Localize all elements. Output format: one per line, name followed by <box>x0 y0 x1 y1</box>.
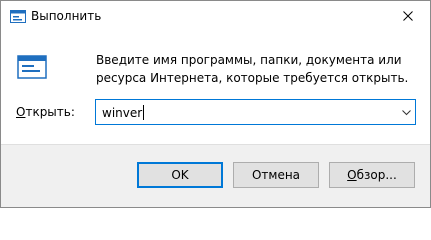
title-bar: Выполнить <box>1 1 430 32</box>
cancel-button-label: Отмена <box>251 168 301 182</box>
close-button[interactable] <box>385 1 430 32</box>
open-combobox[interactable]: winver <box>95 99 416 125</box>
open-field-label: Открыть: <box>16 105 75 119</box>
browse-button[interactable]: Обзор... <box>329 162 415 188</box>
dropdown-button[interactable] <box>397 100 415 124</box>
run-program-icon <box>16 51 48 83</box>
text-caret <box>143 105 145 120</box>
run-description: Введите имя программы, папки, документа … <box>96 53 409 85</box>
ok-button-label: OK <box>171 168 189 182</box>
browse-button-label: бзор... <box>356 168 397 182</box>
ok-button[interactable]: OK <box>137 162 223 188</box>
cancel-button[interactable]: Отмена <box>233 162 319 188</box>
chevron-down-icon <box>401 105 411 119</box>
run-dialog-icon <box>10 10 26 23</box>
open-input-value[interactable]: winver <box>102 105 145 120</box>
run-dialog: Выполнить Введите имя программы, папки, … <box>0 0 431 208</box>
browse-mnemonic: О <box>347 168 357 182</box>
dialog-footer: OK Отмена Обзор... <box>1 144 430 207</box>
close-icon <box>402 10 413 24</box>
open-input-text: winver <box>102 106 143 120</box>
open-label-text: ткрыть: <box>25 105 75 119</box>
window-title: Выполнить <box>31 9 102 23</box>
